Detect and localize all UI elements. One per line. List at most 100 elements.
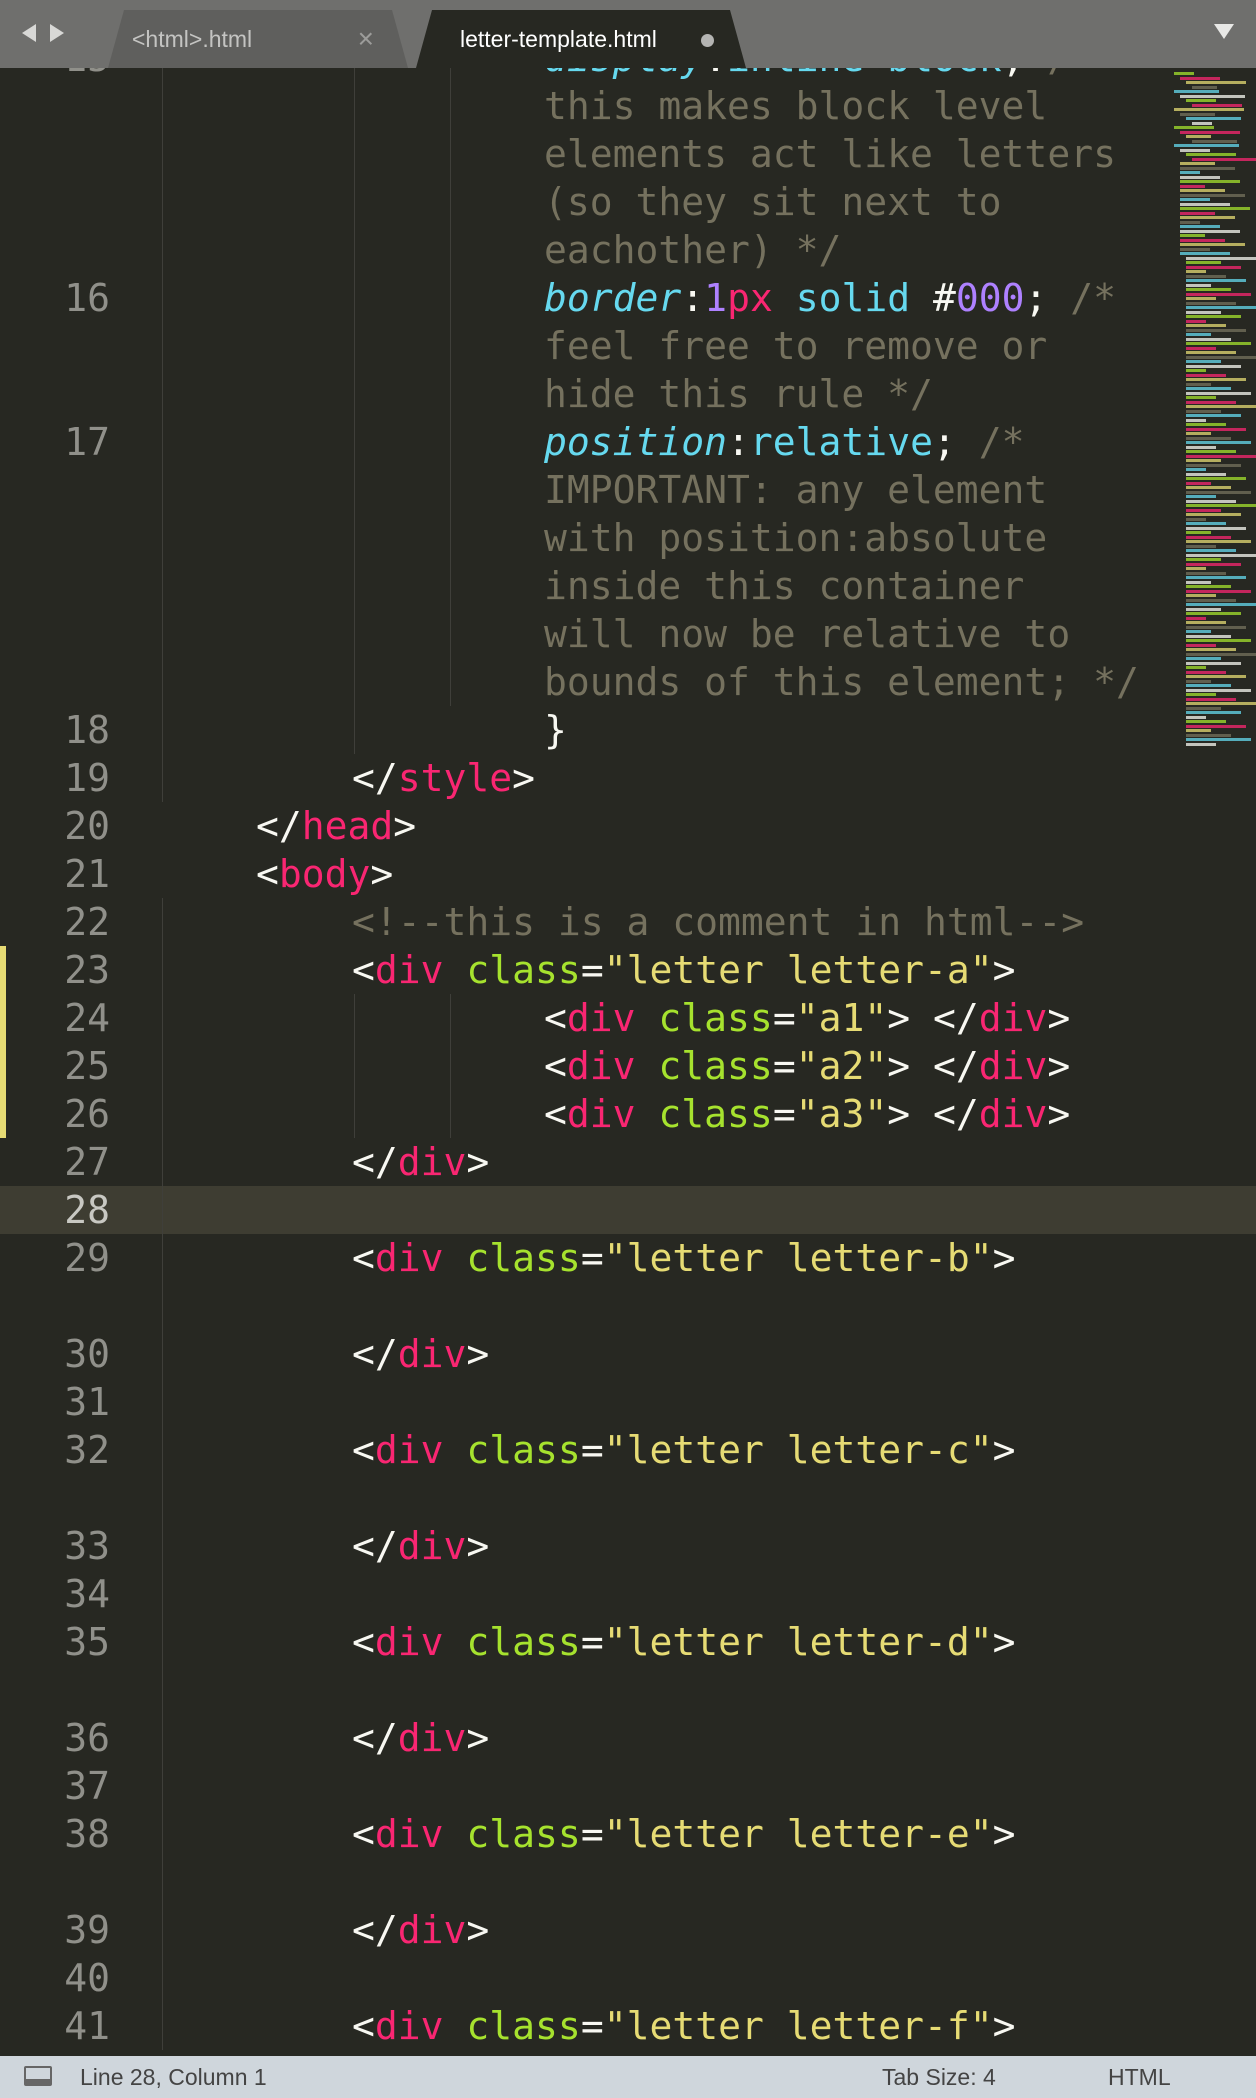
minimap-stroke	[1186, 270, 1206, 273]
close-icon[interactable]: ×	[358, 10, 374, 68]
minimap-stroke	[1186, 292, 1251, 296]
code-token: "a1"	[795, 996, 888, 1040]
code-line[interactable]: 15 display:inline-block; /*	[0, 68, 1256, 82]
minimap-stroke	[1186, 603, 1256, 606]
code-line[interactable]	[0, 1282, 1256, 1330]
minimap-stroke	[1186, 616, 1206, 620]
code-line[interactable]: 26 <div class="a3"> </div>	[0, 1090, 1256, 1138]
code-token: >	[992, 1812, 1016, 1856]
minimap-stroke	[1186, 612, 1241, 615]
code-line[interactable]: 25 <div class="a2"> </div>	[0, 1042, 1256, 1090]
minimap-stroke	[1186, 450, 1236, 453]
code-line[interactable]	[0, 1858, 1256, 1906]
code-line[interactable]: 33 </div>	[0, 1522, 1256, 1570]
code-token: class	[658, 1044, 773, 1088]
code-line[interactable]: inside this container	[0, 562, 1256, 610]
code-line[interactable]: bounds of this element; */	[0, 658, 1256, 706]
code-token: 000	[955, 276, 1025, 320]
syntax-indicator[interactable]: HTML	[1108, 2056, 1171, 2098]
code-line[interactable]: with position:absolute	[0, 514, 1256, 562]
cursor-position[interactable]: Line 28, Column 1	[80, 2056, 267, 2098]
code-line[interactable]: 36 </div>	[0, 1714, 1256, 1762]
code-line[interactable]: IMPORTANT: any element	[0, 466, 1256, 514]
minimap-stroke	[1186, 274, 1226, 278]
code-token: <	[544, 1092, 567, 1136]
code-line[interactable]: 37	[0, 1762, 1256, 1810]
minimap-stroke	[1186, 364, 1241, 368]
code-token: <	[352, 1428, 375, 1472]
code-token: div	[978, 1044, 1048, 1088]
tab-list-dropdown-icon[interactable]	[1214, 24, 1234, 39]
line-number: 39	[64, 1908, 110, 1952]
code-line[interactable]: 34	[0, 1570, 1256, 1618]
code-line[interactable]: 31	[0, 1378, 1256, 1426]
code-line[interactable]: hide this rule */	[0, 370, 1256, 418]
nav-back-icon[interactable]	[22, 24, 36, 42]
code-editor[interactable]: 15display:inline-block; /*this makes blo…	[0, 68, 1256, 2056]
minimap-stroke	[1186, 481, 1211, 485]
code-line[interactable]: 30 </div>	[0, 1330, 1256, 1378]
code-token: /*	[1070, 276, 1117, 320]
panel-toggle-icon[interactable]	[24, 2066, 52, 2086]
code-line[interactable]: 29 <div class="letter letter-b">	[0, 1234, 1256, 1282]
minimap[interactable]	[1170, 68, 1256, 768]
minimap-stroke	[1180, 220, 1200, 224]
minimap-stroke	[1186, 315, 1241, 318]
unsaved-dot-icon[interactable]	[701, 34, 714, 47]
code-line[interactable]: 32 <div class="letter letter-c">	[0, 1426, 1256, 1474]
indent-guide	[450, 1090, 451, 1138]
code-line[interactable]: will now be relative to	[0, 610, 1256, 658]
code-line[interactable]: 24 <div class="a1"> </div>	[0, 994, 1256, 1042]
code-line[interactable]	[0, 1474, 1256, 1522]
minimap-stroke	[1186, 351, 1236, 354]
code-line[interactable]: 22 <!--this is a comment in html-->	[0, 898, 1256, 946]
code-token: class	[466, 1620, 581, 1664]
code-line[interactable]: elements act like letters	[0, 130, 1256, 178]
code-line[interactable]: 23 <div class="letter letter-a">	[0, 946, 1256, 994]
code-line[interactable]: 20 </head>	[0, 802, 1256, 850]
code-line[interactable]: 19 </style>	[0, 754, 1256, 802]
minimap-stroke	[1192, 157, 1256, 161]
code-line[interactable]: 18}	[0, 706, 1256, 754]
indent-guide	[162, 1954, 163, 2002]
code-line[interactable]: feel free to remove or	[0, 322, 1256, 370]
indent-guide	[354, 1090, 355, 1138]
code-line[interactable]: 39 </div>	[0, 1906, 1256, 1954]
indent-guide	[162, 706, 163, 754]
code-line[interactable]: 38 <div class="letter letter-e">	[0, 1810, 1256, 1858]
code-line[interactable]: 21 <body>	[0, 850, 1256, 898]
minimap-stroke	[1186, 409, 1221, 413]
code-token: border	[544, 276, 682, 320]
code-token: >	[992, 1620, 1016, 1664]
code-line[interactable]: 17 position:relative; /*	[0, 418, 1256, 466]
code-line[interactable]: this makes block level	[0, 82, 1256, 130]
nav-forward-icon[interactable]	[50, 24, 64, 42]
minimap-stroke	[1186, 81, 1246, 84]
code-token: </	[352, 1140, 398, 1184]
code-line[interactable]: 27 </div>	[0, 1138, 1256, 1186]
minimap-stroke	[1186, 522, 1226, 525]
indent-guide	[162, 1426, 163, 1474]
code-line[interactable]	[0, 1666, 1256, 1714]
indent-guide	[450, 610, 451, 658]
tab-size-indicator[interactable]: Tab Size: 4	[882, 2056, 996, 2098]
code-line[interactable]: 41 <div class="letter letter-f">	[0, 2002, 1256, 2050]
indent-guide	[354, 514, 355, 562]
indent-guide	[162, 1138, 163, 1186]
code-lines: 15display:inline-block; /*this makes blo…	[0, 68, 1256, 2050]
minimap-stroke	[1180, 162, 1215, 165]
code-token: ;	[1024, 276, 1071, 320]
code-token: >	[466, 1716, 490, 1760]
code-line[interactable]: 28	[0, 1186, 1256, 1234]
line-number: 34	[64, 1572, 110, 1616]
tab-html-file[interactable]: <html>.html ×	[108, 10, 408, 68]
code-line[interactable]: 35 <div class="letter letter-d">	[0, 1618, 1256, 1666]
code-line[interactable]: 16 border:1px solid #000; /*	[0, 274, 1256, 322]
tab-letter-template[interactable]: letter-template.html	[416, 10, 746, 68]
code-line[interactable]: (so they sit next to	[0, 178, 1256, 226]
code-line[interactable]: eachother) */	[0, 226, 1256, 274]
line-number: 32	[64, 1428, 110, 1472]
code-line[interactable]: 40	[0, 1954, 1256, 2002]
indent-guide	[354, 370, 355, 418]
